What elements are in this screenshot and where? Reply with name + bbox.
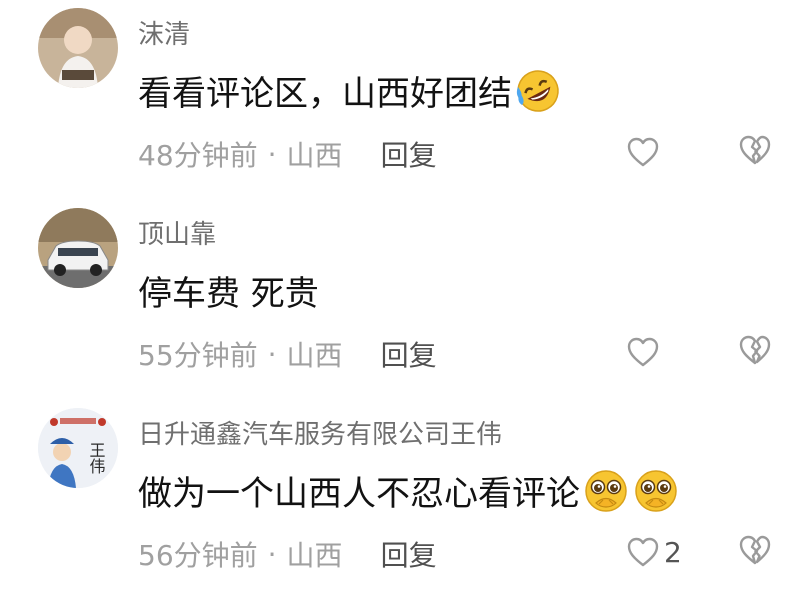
broken-heart-icon xyxy=(739,135,771,165)
comment-item: 王伟 日升通鑫汽车服务有限公司王伟 做为一个山西人不忍心看评论 56分钟前 · … xyxy=(0,400,800,600)
meta-separator: · xyxy=(267,537,277,571)
comment-time: 48分钟前 xyxy=(138,139,258,172)
heart-icon xyxy=(627,137,659,167)
heart-icon xyxy=(627,537,659,567)
meta-separator: · xyxy=(267,137,277,171)
comment-location: 山西 xyxy=(286,339,343,372)
like-count: 2 xyxy=(664,535,682,569)
comment-text: 看看评论区，山西好团结 xyxy=(138,74,512,114)
comment-time: 55分钟前 xyxy=(138,339,258,372)
comment-item: 沫清 看看评论区，山西好团结 48分钟前 · 山西 回复 xyxy=(0,0,800,200)
comment-meta: 56分钟前 · 山西 回复 xyxy=(138,534,437,574)
comment-item: 顶山靠 停车费 死贵 55分钟前 · 山西 回复 xyxy=(0,200,800,400)
username[interactable]: 日升通鑫汽车服务有限公司王伟 xyxy=(138,414,502,451)
dislike-button[interactable] xyxy=(738,134,772,166)
comment-time: 56分钟前 xyxy=(138,539,258,572)
comment-text-row: 停车费 死贵 xyxy=(138,266,319,315)
like-button[interactable]: 2 xyxy=(626,532,682,572)
comment-text: 做为一个山西人不忍心看评论 xyxy=(138,474,580,514)
reply-button[interactable]: 回复 xyxy=(381,334,437,374)
like-button[interactable] xyxy=(626,132,664,172)
dislike-button[interactable] xyxy=(738,334,772,366)
username[interactable]: 沫清 xyxy=(138,14,190,51)
comment-location: 山西 xyxy=(286,139,343,172)
username[interactable]: 顶山靠 xyxy=(138,214,216,251)
meta-separator: · xyxy=(267,337,277,371)
broken-heart-icon xyxy=(739,535,771,565)
broken-heart-icon xyxy=(739,335,771,365)
comment-location: 山西 xyxy=(286,539,343,572)
pleading-face-emoji-icon xyxy=(632,467,680,515)
like-button[interactable] xyxy=(626,332,664,372)
avatar[interactable] xyxy=(38,208,118,288)
comment-meta: 55分钟前 · 山西 回复 xyxy=(138,334,437,374)
pleading-face-emoji-icon xyxy=(582,467,630,515)
rolling-laughing-emoji-icon xyxy=(514,67,562,115)
comment-text-row: 看看评论区，山西好团结 xyxy=(138,66,562,115)
reply-button[interactable]: 回复 xyxy=(381,134,437,174)
avatar[interactable] xyxy=(38,8,118,88)
comment-meta: 48分钟前 · 山西 回复 xyxy=(138,134,437,174)
reply-button[interactable]: 回复 xyxy=(381,534,437,574)
avatar[interactable]: 王伟 xyxy=(38,408,118,488)
heart-icon xyxy=(627,337,659,367)
comment-text-row: 做为一个山西人不忍心看评论 xyxy=(138,466,680,515)
dislike-button[interactable] xyxy=(738,534,772,566)
avatar-text: 王伟 xyxy=(87,442,106,474)
comment-text: 停车费 死贵 xyxy=(138,274,319,314)
